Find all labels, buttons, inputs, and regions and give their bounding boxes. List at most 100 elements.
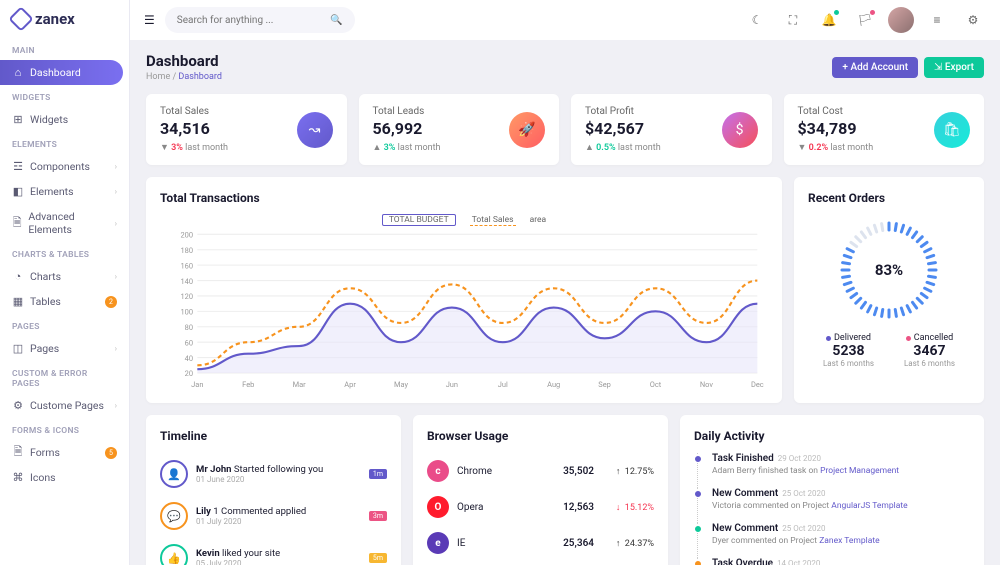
stat-change: ▲ 3% last month bbox=[373, 142, 510, 153]
chevron-right-icon: › bbox=[115, 272, 117, 281]
timeline-text: Lily 1 Commented applied bbox=[196, 506, 361, 517]
settings-icon[interactable]: ⚙ bbox=[960, 7, 986, 33]
sidebar-item-widgets[interactable]: ⊞Widgets bbox=[0, 107, 129, 132]
delivered-value: 5238 bbox=[808, 343, 889, 359]
transactions-chart: 20406080100120140160180200JanFebMarAprMa… bbox=[160, 229, 768, 389]
stat-change: ▲ 0.5% last month bbox=[585, 142, 722, 153]
sidebar-item-label: Advanced Elements bbox=[28, 210, 108, 236]
browser-pct: ↑ 24.37% bbox=[602, 538, 654, 549]
sidebar-item-label: Tables bbox=[30, 295, 61, 308]
add-account-button[interactable]: + Add Account bbox=[832, 57, 918, 78]
sidebar-badge: 5 bbox=[105, 447, 117, 459]
recent-orders-card: Recent Orders 83% Delivered 5238 Last 6 … bbox=[794, 177, 984, 403]
timeline-badge: 3m bbox=[369, 511, 387, 521]
sidebar-section: PAGES bbox=[0, 314, 129, 336]
timeline-icon: 👍 bbox=[160, 544, 188, 565]
sidebar-item-forms[interactable]: 🗎Forms5 bbox=[0, 440, 129, 465]
activity-desc: Adam Berry finished task on Project Mana… bbox=[712, 466, 970, 476]
sidebar-icon: ◧ bbox=[12, 186, 24, 198]
sidebar-item-custome-pages[interactable]: ⚙ Custome Pages › bbox=[0, 393, 129, 418]
browser-pct: ↑ 12.75% bbox=[602, 466, 654, 477]
activity-link[interactable]: Zanex Template bbox=[819, 536, 879, 546]
timeline-item: 👤Mr John Started following you01 June 20… bbox=[160, 453, 387, 495]
browser-row: OOpera12,563↓ 15.12% bbox=[427, 489, 654, 525]
sidebar-item-label: Dashboard bbox=[30, 66, 81, 79]
svg-text:Mar: Mar bbox=[293, 380, 307, 389]
legend-sales: Total Sales bbox=[470, 215, 516, 226]
messages-icon[interactable]: 🏳 bbox=[852, 7, 878, 33]
svg-text:120: 120 bbox=[180, 292, 193, 301]
timeline-date: 05 July 2020 bbox=[196, 559, 361, 565]
stat-icon: ↝ bbox=[297, 112, 333, 148]
sidebar-section: WIDGETS bbox=[0, 85, 129, 107]
sidebar: zanex MAIN ⌂ Dashboard WIDGETS⊞WidgetsELEME… bbox=[0, 0, 130, 565]
menu-toggle-icon[interactable]: ☰ bbox=[144, 13, 155, 27]
svg-text:180: 180 bbox=[180, 246, 193, 255]
stat-icon: 🛍 bbox=[934, 112, 970, 148]
fullscreen-icon[interactable]: ⛶ bbox=[780, 7, 806, 33]
activity-title-text: Task Finished29 Oct 2020 bbox=[712, 453, 970, 464]
breadcrumb: Home / Dashboard bbox=[146, 72, 222, 82]
more-icon[interactable]: ≡ bbox=[924, 7, 950, 33]
browser-name: Chrome bbox=[457, 466, 555, 477]
sidebar-icon: ⚙ bbox=[12, 400, 24, 412]
activity-title: Daily Activity bbox=[694, 429, 970, 443]
browser-row: cChrome35,502↑ 12.75% bbox=[427, 453, 654, 489]
activity-link[interactable]: AngularJS Template bbox=[831, 501, 907, 511]
browser-name: IE bbox=[457, 538, 555, 549]
stat-value: $34,789 bbox=[798, 119, 935, 138]
page-title: Dashboard bbox=[146, 52, 222, 70]
sidebar-item-tables[interactable]: ▦ Tables 2 bbox=[0, 289, 129, 314]
stat-label: Total Cost bbox=[798, 106, 935, 117]
topbar: ☰ 🔍 ☾ ⛶ 🔔 🏳 ≡ ⚙ bbox=[130, 0, 1000, 40]
sidebar-section: ELEMENTS bbox=[0, 132, 129, 154]
cancelled-label: Cancelled bbox=[889, 333, 970, 343]
orders-gauge: 83% bbox=[834, 215, 944, 325]
chart-title: Total Transactions bbox=[160, 191, 768, 205]
chart-legend: TOTAL BUDGET Total Sales area bbox=[160, 215, 768, 225]
logo[interactable]: zanex bbox=[0, 0, 129, 38]
svg-text:May: May bbox=[394, 380, 409, 389]
activity-link[interactable]: Project Management bbox=[820, 466, 899, 476]
sidebar-icon: ⌂ bbox=[12, 67, 24, 79]
delivered-label: Delivered bbox=[808, 333, 889, 343]
sidebar-item-charts[interactable]: ◔Charts› bbox=[0, 264, 129, 289]
timeline-card: Timeline 👤Mr John Started following you0… bbox=[146, 415, 401, 565]
sidebar-item-label: Custome Pages bbox=[30, 399, 104, 412]
sidebar-item-advanced-elements[interactable]: 🗎Advanced Elements› bbox=[0, 204, 129, 242]
sidebar-icon: ▦ bbox=[12, 296, 24, 308]
svg-text:Aug: Aug bbox=[547, 380, 560, 389]
chevron-right-icon: › bbox=[115, 401, 117, 410]
activity-card: Daily Activity Task Finished29 Oct 2020 A… bbox=[680, 415, 984, 565]
search-box[interactable]: 🔍 bbox=[165, 7, 355, 33]
search-input[interactable] bbox=[177, 15, 331, 26]
browser-row: eFirefox14,635↑ 15.63% bbox=[427, 561, 654, 565]
timeline-item: 👍Kevin liked your site05 July 20205m bbox=[160, 537, 387, 565]
sidebar-section: MAIN bbox=[0, 38, 129, 60]
sidebar-item-pages[interactable]: ◫Pages› bbox=[0, 336, 129, 361]
activity-date: 25 Oct 2020 bbox=[782, 524, 825, 533]
sidebar-badge: 2 bbox=[105, 296, 117, 308]
search-icon[interactable]: 🔍 bbox=[330, 15, 342, 26]
browser-row: eIE25,364↑ 24.37% bbox=[427, 525, 654, 561]
theme-toggle-icon[interactable]: ☾ bbox=[744, 7, 770, 33]
sidebar-icon: ⊞ bbox=[12, 114, 24, 126]
notifications-icon[interactable]: 🔔 bbox=[816, 7, 842, 33]
timeline-text: Kevin liked your site bbox=[196, 548, 361, 559]
stat-icon: 🚀 bbox=[509, 112, 545, 148]
browser-name: Opera bbox=[457, 502, 555, 513]
export-button[interactable]: ⇲ Export bbox=[924, 57, 984, 78]
sidebar-item-elements[interactable]: ◧Elements› bbox=[0, 179, 129, 204]
sidebar-item-components[interactable]: ☲Components› bbox=[0, 154, 129, 179]
sidebar-section: FORMS & ICONS bbox=[0, 418, 129, 440]
stat-change: ▼ 3% last month bbox=[160, 142, 297, 153]
svg-text:Jan: Jan bbox=[191, 380, 203, 389]
timeline-title: Timeline bbox=[160, 429, 387, 443]
breadcrumb-home[interactable]: Home bbox=[146, 72, 170, 82]
stat-value: 56,992 bbox=[373, 119, 510, 138]
user-avatar[interactable] bbox=[888, 7, 914, 33]
svg-text:80: 80 bbox=[185, 323, 193, 332]
stat-card-3: Total Cost$34,789▼ 0.2% last month🛍 bbox=[784, 94, 985, 165]
sidebar-item-dashboard[interactable]: ⌂ Dashboard bbox=[0, 60, 123, 85]
sidebar-item-icons[interactable]: ⌘Icons bbox=[0, 465, 129, 490]
